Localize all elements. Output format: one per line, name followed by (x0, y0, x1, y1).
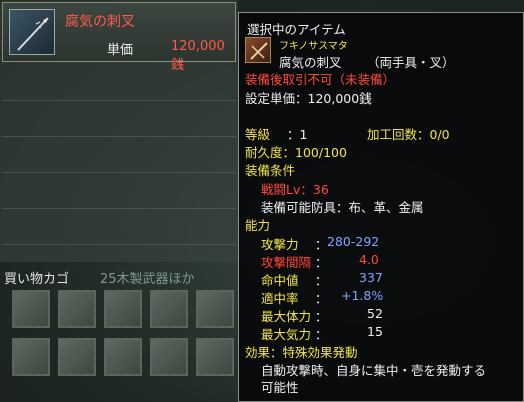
stat-value: 4.0 (359, 252, 379, 267)
empty-shop-row[interactable] (2, 64, 236, 101)
stat-colon: ： (315, 255, 328, 270)
trade-restriction: 装備後取引不可（未装備） (245, 72, 396, 87)
item-name: 腐気の刺叉 (65, 14, 135, 30)
durability: 耐久度：100/100 (245, 145, 347, 160)
empty-shop-row[interactable] (2, 208, 236, 245)
stat-colon: ： (315, 273, 328, 288)
shop-item-row[interactable]: 腐気の刺叉 単価 120,000銭 (2, 2, 236, 73)
cart-slot[interactable] (150, 290, 188, 328)
stat-value: 52 (367, 306, 383, 321)
stat-value: 337 (359, 270, 383, 285)
shop-item-list: 腐気の刺叉 単価 120,000銭 (0, 0, 238, 262)
stat-value: +1.8% (341, 288, 384, 303)
stat-label: 命中値 (261, 273, 299, 288)
stat-colon: ： (315, 309, 328, 324)
stat-value: 280-292 (327, 234, 380, 249)
process-count: 加工回数：0/0 (367, 127, 450, 142)
level-requirement: 戦闘Lv：36 (261, 182, 329, 197)
cart-slot[interactable] (104, 338, 142, 376)
ability-header: 能力 (245, 218, 271, 233)
stat-colon: ： (315, 237, 328, 252)
stat-label: 最大体力 (261, 309, 312, 324)
item-tooltip: 選択中のアイテム フキノサスマタ 腐気の刺叉 （両手具・叉） 装備後取引不可（未… (238, 12, 524, 402)
stat-label: 最大気力 (261, 327, 312, 342)
grade-label: 等級 (245, 127, 271, 142)
stat-label: 適中率 (261, 291, 299, 306)
tooltip-header: 選択中のアイテム (247, 22, 346, 37)
cart-slot[interactable] (12, 338, 50, 376)
cart-slot[interactable] (196, 338, 234, 376)
stat-colon: ： (315, 327, 328, 342)
cart-slot[interactable] (58, 290, 96, 328)
cart-slot[interactable] (196, 290, 234, 328)
spear-icon (9, 9, 55, 55)
grade-value: ：1 (287, 127, 308, 142)
effect-description: 可能性 (261, 380, 299, 395)
equip-condition: 装備条件 (245, 163, 296, 178)
cart-slot[interactable] (58, 338, 96, 376)
empty-shop-row[interactable] (2, 172, 236, 209)
cart-header: 買い物カゴ (4, 272, 70, 287)
empty-shop-row[interactable] (2, 100, 236, 137)
empty-shop-row[interactable] (2, 136, 236, 173)
effect-header: 効果：特殊効果発動 (245, 345, 358, 360)
stat-label: 攻撃力 (261, 237, 299, 252)
equippable-armor: 装備可能防具：布、革、金属 (261, 200, 424, 215)
stat-label: 攻撃間隔 (261, 255, 312, 270)
item-grade-icon (245, 37, 271, 63)
cart-slot[interactable] (104, 290, 142, 328)
cart-subheader: 25木製武器ほか (100, 272, 195, 287)
stat-value: 15 (367, 324, 383, 339)
stat-colon: ： (315, 291, 328, 306)
set-price: 設定単価：120,000銭 (245, 91, 372, 106)
item-furigana: フキノサスマタ (279, 41, 348, 52)
cart-slot[interactable] (12, 290, 50, 328)
price-label: 単価 (107, 43, 134, 58)
cart-slot[interactable] (150, 338, 188, 376)
